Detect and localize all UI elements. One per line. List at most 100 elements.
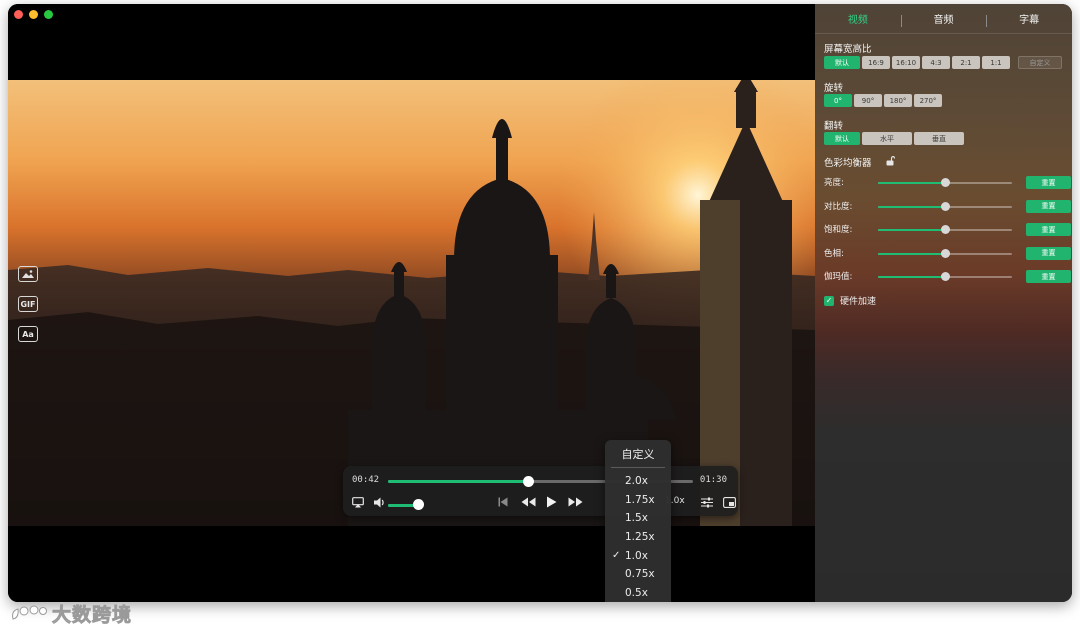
fast-forward-icon[interactable] — [566, 494, 584, 510]
rotate-option[interactable]: 0° — [824, 94, 852, 107]
equalizer-slider-knob[interactable] — [941, 272, 950, 281]
watermark-text: 大数跨境 — [52, 604, 133, 627]
aspect-option[interactable]: 2:1 — [952, 56, 980, 69]
watermark-logo-icon — [12, 605, 47, 620]
equalizer-row: 伽玛值: 重置 — [824, 270, 1072, 284]
rotate-option[interactable]: 180° — [884, 94, 912, 107]
player-control-bar: 00:42 01:30 1.0x — [343, 466, 738, 516]
equalizer-row: 亮度: 重置 — [824, 176, 1072, 190]
unlock-icon[interactable] — [886, 156, 895, 166]
volume-knob[interactable] — [413, 499, 424, 510]
aspect-option[interactable]: 16:10 — [892, 56, 920, 69]
speed-option[interactable]: 1.5x — [605, 509, 671, 528]
aspect-option[interactable]: 默认 — [824, 56, 860, 69]
speed-option[interactable]: 1.25x — [605, 528, 671, 547]
equalizer-slider-knob[interactable] — [941, 225, 950, 234]
volume-fill — [388, 504, 416, 507]
image-icon — [22, 270, 34, 278]
current-time: 00:42 — [352, 475, 380, 485]
equalizer-slider-knob[interactable] — [941, 178, 950, 187]
speed-option-label: 1.5x — [625, 512, 648, 525]
screenshot-icon[interactable] — [18, 266, 38, 282]
app-window: GIF Aa 00:42 01:30 1.0x 自定义 2.0x 1.75x 1… — [8, 4, 1072, 602]
speed-option[interactable]: 2.0x — [605, 472, 671, 491]
flip-title: 翻转 — [824, 121, 844, 132]
airplay-icon[interactable] — [351, 494, 365, 510]
rotate-option[interactable]: 270° — [914, 94, 942, 107]
window-controls — [14, 10, 53, 19]
tabs-divider — [815, 33, 1072, 34]
speed-option-label: 1.25x — [625, 531, 655, 544]
hardware-acceleration[interactable]: ✓ 硬件加速 — [824, 294, 876, 307]
speed-menu-divider — [611, 467, 665, 468]
equalizer-label: 色相: — [824, 248, 844, 259]
flip-option[interactable]: 水平 — [862, 132, 912, 145]
reset-button[interactable]: 重置 — [1026, 199, 1071, 213]
speed-option[interactable]: 0.75x — [605, 565, 671, 584]
picture-in-picture-icon[interactable] — [722, 494, 736, 510]
watermark: 大数跨境 — [10, 600, 132, 627]
equalizer-slider-fill — [878, 276, 945, 278]
equalizer-label: 对比度: — [824, 201, 853, 212]
aspect-option[interactable]: 16:9 — [862, 56, 890, 69]
equalizer-row: 对比度: 重置 — [824, 199, 1072, 214]
tab-subtitles[interactable]: 字幕 — [986, 13, 1072, 29]
hardware-acceleration-label: 硬件加速 — [840, 297, 877, 307]
aspect-ratio-title: 屏幕宽高比 — [824, 44, 872, 55]
aspect-option[interactable]: 自定义 — [1018, 56, 1062, 69]
zoom-window-button[interactable] — [44, 10, 53, 19]
tab-audio[interactable]: 音频 — [900, 13, 987, 29]
text-recognition-icon[interactable]: Aa — [18, 326, 38, 342]
speed-option-label: 2.0x — [625, 475, 648, 487]
skip-previous-icon[interactable] — [496, 494, 510, 510]
reset-button[interactable]: 重置 — [1026, 223, 1071, 236]
aspect-option[interactable]: 1:1 — [982, 56, 1010, 69]
equalizer-slider-knob[interactable] — [941, 248, 950, 258]
tab-video[interactable]: 视频 — [815, 13, 901, 29]
hardware-acceleration-checkbox[interactable]: ✓ — [824, 295, 834, 306]
rewind-icon[interactable] — [519, 494, 537, 510]
speed-option-label: 0.75x — [625, 568, 655, 581]
flip-option[interactable]: 垂直 — [914, 132, 964, 145]
equalizer-slider-fill — [878, 229, 945, 231]
side-tools: GIF Aa — [18, 266, 38, 342]
volume-icon[interactable] — [373, 494, 387, 510]
video-scene-image — [8, 80, 815, 526]
reset-button[interactable]: 重置 — [1026, 270, 1071, 283]
speed-option-label: 1.75x — [625, 493, 655, 506]
equalizer-slider-fill — [878, 252, 945, 255]
aspect-option[interactable]: 4:3 — [922, 56, 950, 69]
progress-fill — [388, 480, 529, 483]
equalizer-label: 伽玛值: — [824, 272, 853, 282]
settings-sliders-icon[interactable] — [700, 494, 714, 510]
checkmark-icon: ✓ — [612, 549, 621, 561]
rotate-option[interactable]: 90° — [854, 94, 882, 107]
reset-button[interactable]: 重置 — [1026, 246, 1071, 260]
equalizer-slider-knob[interactable] — [941, 201, 950, 211]
close-window-button[interactable] — [14, 10, 23, 19]
color-equalizer-title: 色彩均衡器 — [824, 158, 872, 169]
video-frame[interactable] — [8, 80, 815, 526]
reset-button[interactable]: 重置 — [1026, 176, 1071, 189]
gif-icon[interactable]: GIF — [18, 296, 38, 312]
speed-option[interactable]: 0.5x — [605, 584, 671, 602]
minimize-window-button[interactable] — [29, 10, 38, 19]
rotate-selector: 0° 90° 180° 270° — [824, 94, 942, 107]
speed-option[interactable]: ✓ 1.0x — [605, 547, 671, 566]
equalizer-slider-fill — [878, 182, 945, 184]
speed-option[interactable]: 1.75x — [605, 491, 671, 510]
aspect-ratio-selector: 默认 16:9 16:10 4:3 2:1 1:1 自定义 — [824, 56, 1062, 69]
speed-option-label: 0.5x — [625, 587, 648, 600]
speed-menu-custom[interactable]: 自定义 — [605, 446, 671, 463]
playback-speed-menu: 自定义 2.0x1.75x1.5x1.25x✓1.0x0.75x0.5x0.25… — [605, 440, 671, 602]
play-icon[interactable] — [544, 494, 558, 510]
speed-option-list: 2.0x1.75x1.5x1.25x✓1.0x0.75x0.5x0.25x — [605, 472, 671, 602]
equalizer-label: 饱和度: — [824, 225, 853, 235]
equalizer-label: 亮度: — [824, 178, 844, 188]
flip-option[interactable]: 默认 — [824, 132, 860, 145]
total-time: 01:30 — [699, 475, 727, 485]
equalizer-slider-fill — [878, 205, 945, 208]
progress-knob[interactable] — [523, 476, 535, 487]
video-area[interactable]: GIF Aa 00:42 01:30 1.0x 自定义 2.0x 1.75x 1… — [8, 4, 815, 602]
settings-panel: 视频 音频 字幕 屏幕宽高比 默认 16:9 16:10 4:3 2:1 1:1 自定义 旋… — [815, 4, 1072, 602]
